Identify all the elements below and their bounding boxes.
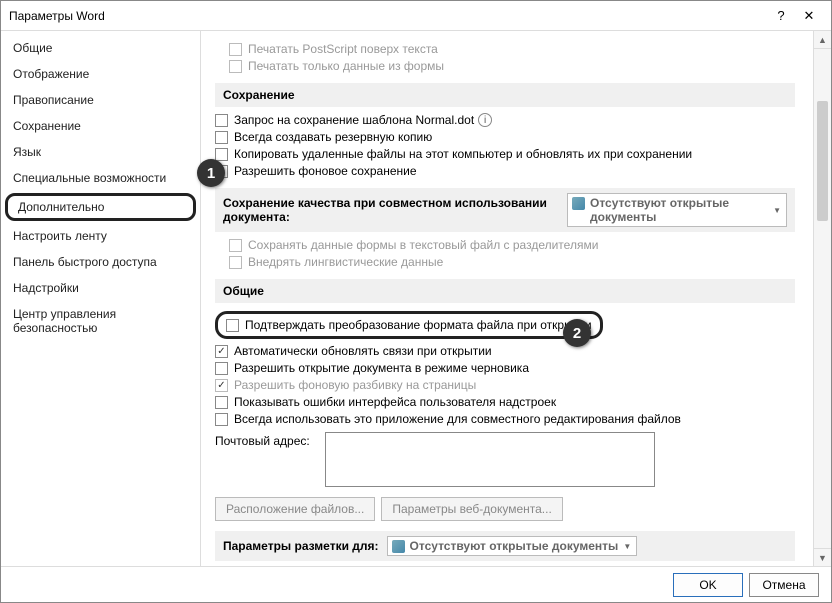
file-locations-button[interactable]: Расположение файлов... [215, 497, 375, 521]
label-bg-repag: Разрешить фоновую разбивку на страницы [234, 378, 476, 392]
dialog-body: Общие Отображение Правописание Сохранени… [1, 31, 831, 566]
checkbox-prompt-normal[interactable] [215, 114, 228, 127]
dialog-footer: OK Отмена [1, 566, 831, 602]
sidebar-item-customize-ribbon[interactable]: Настроить ленту [1, 223, 200, 249]
label-remote-copy: Копировать удаленные файлы на этот компь… [234, 147, 692, 161]
checkbox-confirm-conversion[interactable] [226, 319, 239, 332]
options-dialog: Параметры Word ? ✕ Общие Отображение Пра… [0, 0, 832, 603]
checkbox-embed-ling [229, 256, 242, 269]
layout-doc-combo-value: Отсутствуют открытые документы [410, 539, 619, 553]
checkbox-form-sep [229, 239, 242, 252]
checkbox-draft-open[interactable] [215, 362, 228, 375]
sidebar-item-language[interactable]: Язык [1, 139, 200, 165]
checkbox-bg-repag [215, 379, 228, 392]
group-general: Общие [215, 279, 795, 303]
checkbox-remote-copy[interactable] [215, 148, 228, 161]
group-layout: Параметры разметки для: Отсутствуют откр… [215, 531, 795, 561]
label-auto-links: Автоматически обновлять связи при открыт… [234, 344, 492, 358]
annotation-badge-2: 2 [563, 319, 591, 347]
sidebar-item-quick-access[interactable]: Панель быстрого доступа [1, 249, 200, 275]
checkbox-default-app[interactable] [215, 413, 228, 426]
sidebar-item-display[interactable]: Отображение [1, 61, 200, 87]
sidebar-item-trust-center[interactable]: Центр управления безопасностью [1, 301, 200, 341]
sidebar-item-addins[interactable]: Надстройки [1, 275, 200, 301]
category-sidebar: Общие Отображение Правописание Сохранени… [1, 31, 201, 566]
info-icon[interactable]: i [478, 113, 492, 127]
label-backup: Всегда создавать резервную копию [234, 130, 432, 144]
group-save: Сохранение [215, 83, 795, 107]
annotation-badge-1: 1 [197, 159, 225, 187]
label-default-app: Всегда использовать это приложение для с… [234, 412, 681, 426]
callout-confirm-conversion: Подтверждать преобразование формата файл… [215, 311, 603, 339]
ok-button[interactable]: OK [673, 573, 743, 597]
scroll-thumb[interactable] [817, 101, 828, 221]
scroll-down-button[interactable]: ▼ [814, 548, 831, 566]
vertical-scrollbar[interactable]: ▲ ▼ [813, 31, 831, 566]
titlebar: Параметры Word ? ✕ [1, 1, 831, 31]
textarea-mail-address[interactable] [325, 432, 655, 487]
label-prompt-normal: Запрос на сохранение шаблона Normal.dot [234, 113, 474, 127]
sidebar-item-save[interactable]: Сохранение [1, 113, 200, 139]
web-options-button[interactable]: Параметры веб-документа... [381, 497, 562, 521]
sidebar-item-general[interactable]: Общие [1, 35, 200, 61]
dialog-title: Параметры Word [9, 9, 767, 23]
checkbox-backup[interactable] [215, 131, 228, 144]
label-form-sep: Сохранять данные формы в текстовый файл … [248, 238, 598, 252]
label-print-postscript: Печатать PostScript поверх текста [248, 42, 438, 56]
label-confirm-conversion: Подтверждать преобразование формата файл… [245, 318, 592, 332]
help-button[interactable]: ? [767, 8, 795, 23]
preserve-doc-combo-value: Отсутствуют открытые документы [590, 196, 768, 224]
label-embed-ling: Внедрять лингвистические данные [248, 255, 443, 269]
checkbox-addin-errors[interactable] [215, 396, 228, 409]
cancel-button[interactable]: Отмена [749, 573, 819, 597]
label-bg-save: Разрешить фоновое сохранение [234, 164, 417, 178]
checkbox-print-form-only [229, 60, 242, 73]
scroll-up-button[interactable]: ▲ [814, 31, 831, 49]
checkbox-print-postscript [229, 43, 242, 56]
sidebar-item-proofing[interactable]: Правописание [1, 87, 200, 113]
group-layout-label: Параметры разметки для: [223, 539, 379, 553]
layout-doc-combo[interactable]: Отсутствуют открытые документы ▼ [387, 536, 638, 556]
label-print-form-only: Печатать только данные из формы [248, 59, 444, 73]
chevron-down-icon: ▼ [623, 542, 631, 551]
sidebar-item-advanced[interactable]: Дополнительно [5, 193, 196, 221]
sidebar-item-accessibility[interactable]: Специальные возможности [1, 165, 200, 191]
label-draft-open: Разрешить открытие документа в режиме че… [234, 361, 529, 375]
label-addin-errors: Показывать ошибки интерфейса пользовател… [234, 395, 556, 409]
preserve-doc-combo[interactable]: Отсутствуют открытые документы ▼ [567, 193, 787, 227]
chevron-down-icon: ▼ [773, 206, 781, 215]
close-button[interactable]: ✕ [795, 8, 823, 24]
label-mail-address: Почтовый адрес: [215, 432, 325, 448]
group-preserve-label: Сохранение качества при совместном испол… [223, 196, 559, 224]
advanced-options: Печатать PostScript поверх текста Печата… [201, 31, 813, 566]
checkbox-auto-links[interactable] [215, 345, 228, 358]
content-pane: Печатать PostScript поверх текста Печата… [201, 31, 831, 566]
group-preserve: Сохранение качества при совместном испол… [215, 188, 795, 232]
